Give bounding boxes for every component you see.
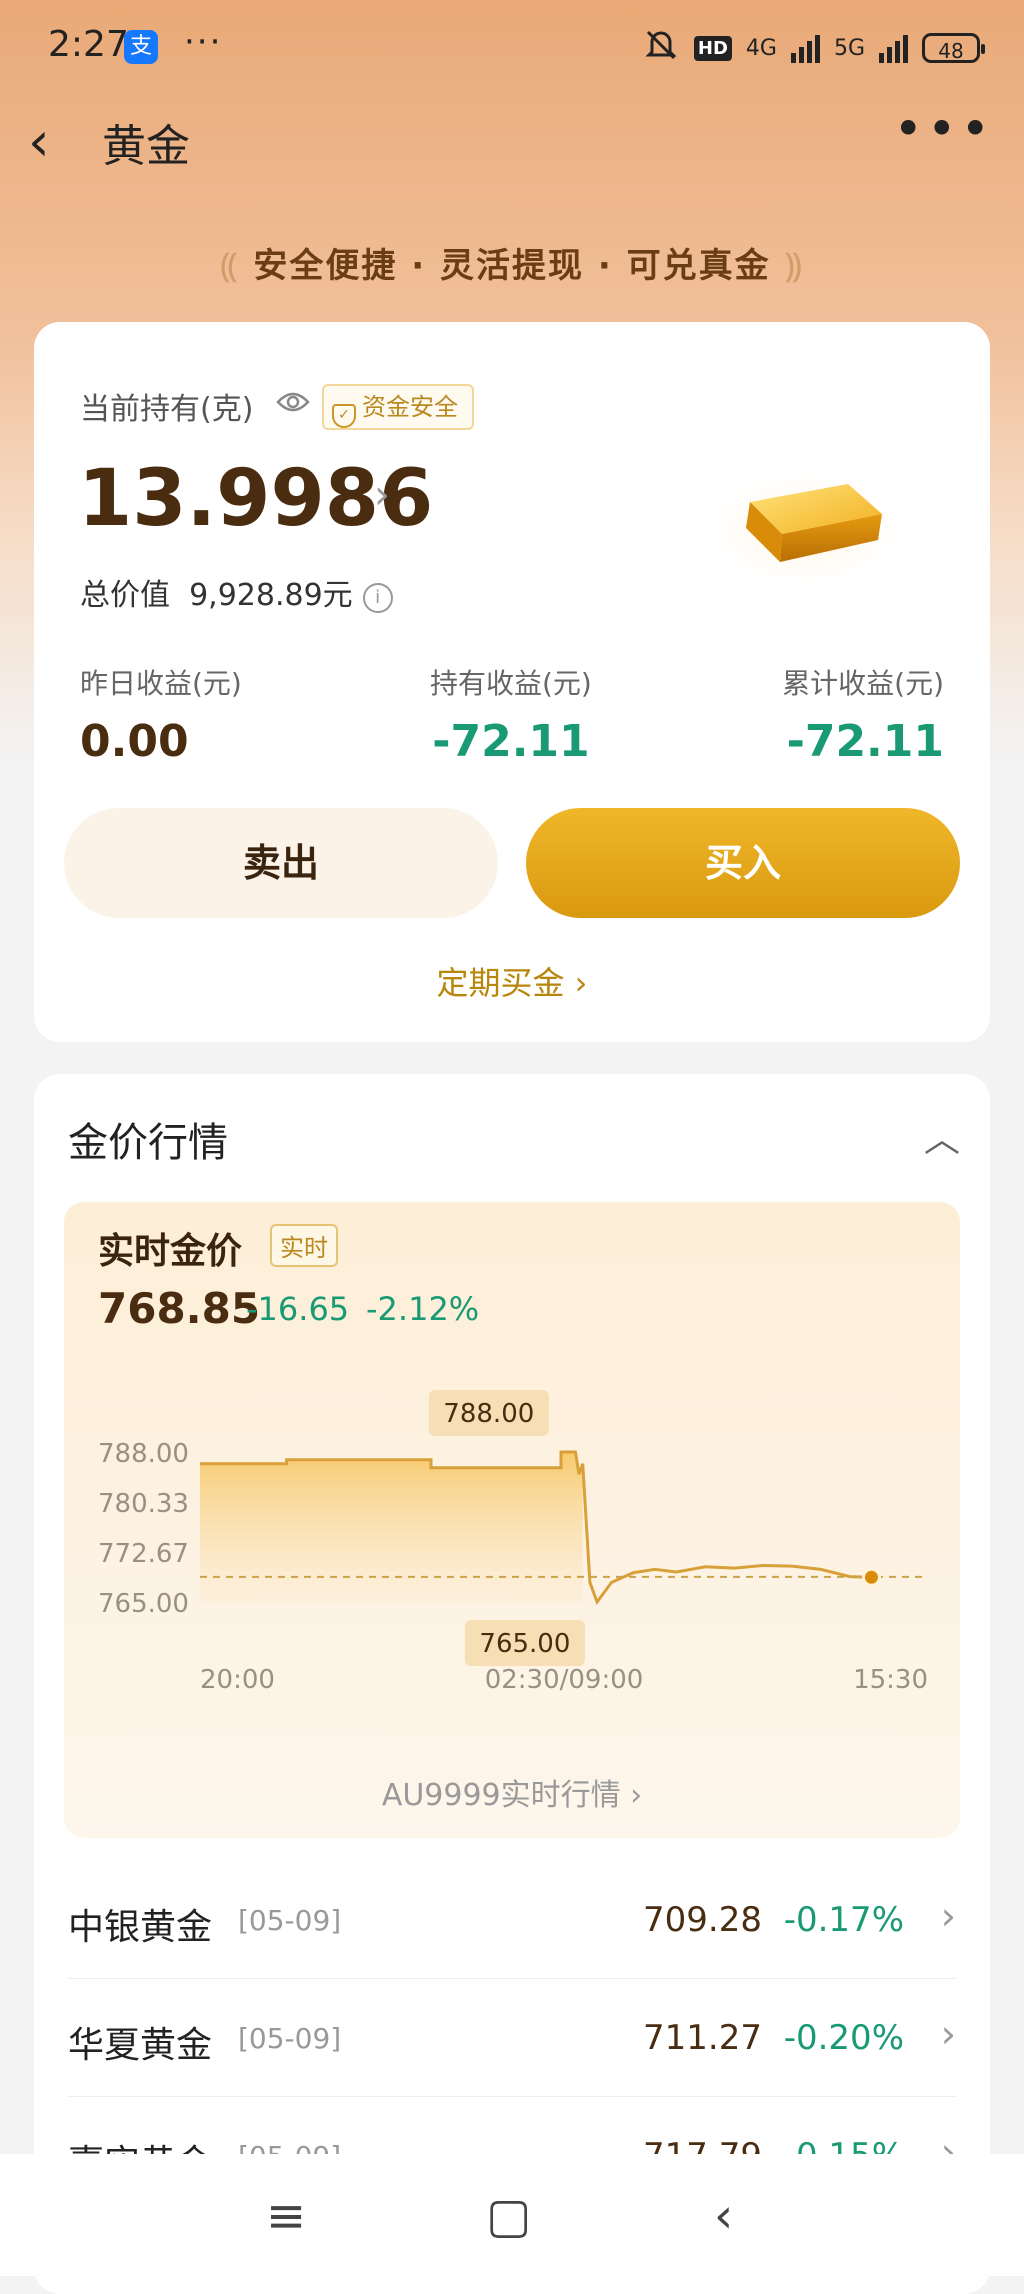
fund-safety-badge[interactable]: ✓ 资金安全: [322, 384, 474, 430]
home-icon[interactable]: ▢: [486, 2188, 531, 2244]
gold-bar-icon: [710, 466, 900, 582]
fund-row[interactable]: 中银黄金 [05-09] 709.28 -0.17% ›: [68, 1860, 956, 1979]
x-tick-label: 20:00: [200, 1665, 275, 1695]
menu-icon[interactable]: ≡: [266, 2188, 306, 2244]
total-value-amount: 9,928.89元: [189, 578, 353, 613]
system-nav-bar: ≡ ▢ ‹: [0, 2154, 1024, 2276]
signal-icon: [790, 33, 820, 63]
total-value: 总价值 9,928.89元 i: [80, 570, 393, 614]
page-title: 黄金: [102, 121, 190, 172]
status-bar: 2:27 支 ··· HD 4G 5G 48: [0, 0, 1024, 96]
total-value-label: 总价值: [80, 578, 170, 613]
eye-icon[interactable]: [276, 388, 310, 421]
shield-icon: ✓: [332, 404, 356, 428]
market-card: 金价行情 ︿ 实时金价 实时 768.85 -16.65 -2.12% 788.…: [34, 1074, 990, 2294]
cumulative-profit: 累计收益(元) -72.11: [782, 662, 944, 767]
buy-button[interactable]: 买入: [526, 808, 960, 918]
holding-label: 当前持有(克): [80, 392, 254, 427]
slogan: ⸨ 安全便捷 · 灵活提现 · 可兑真金 ⸩: [0, 238, 1024, 287]
signal-icon-2: [879, 33, 908, 63]
battery-icon: 48: [922, 33, 985, 63]
network-5g-label: 5G: [833, 35, 865, 61]
sell-button[interactable]: 卖出: [64, 808, 498, 918]
back-icon[interactable]: ‹: [28, 110, 50, 173]
alipay-app-icon: 支: [124, 30, 158, 64]
yesterday-profit: 昨日收益(元) 0.00: [80, 662, 242, 767]
y-tick-label: 788.00: [98, 1439, 189, 1469]
status-indicators: HD 4G 5G 48: [642, 28, 985, 68]
hold-profit-value: -72.11: [432, 716, 590, 767]
high-price-label: 788.00: [443, 1399, 534, 1429]
x-tick-label: 02:30/09:00: [485, 1665, 644, 1695]
fund-date: [05-09]: [238, 1904, 342, 1937]
fund-row[interactable]: 华夏黄金 [05-09] 711.27 -0.20% ›: [68, 1978, 956, 2097]
fund-change: -0.20%: [783, 2018, 904, 2058]
fund-price: 709.28: [643, 1900, 762, 1940]
fund-date: [05-09]: [238, 2022, 342, 2055]
mute-icon: [642, 28, 680, 68]
regular-buy-link[interactable]: 定期买金 ›: [34, 958, 990, 1004]
current-price-dot: [861, 1567, 881, 1587]
laurel-right-icon: ⸩: [784, 246, 804, 286]
y-tick-label: 780.33: [98, 1489, 189, 1519]
collapse-icon[interactable]: ︿: [924, 1110, 960, 1162]
y-tick-label: 765.00: [98, 1589, 189, 1619]
slogan-text: 安全便捷 · 灵活提现 · 可兑真金: [253, 246, 771, 286]
laurel-left-icon: ⸨: [220, 246, 240, 286]
yesterday-profit-label: 昨日收益(元): [80, 667, 242, 700]
chevron-right-icon: ›: [940, 1894, 956, 1938]
info-icon[interactable]: i: [362, 583, 393, 613]
cum-profit-value: -72.11: [786, 716, 944, 767]
fund-name: 华夏黄金: [68, 2025, 213, 2066]
status-more-icon: ···: [184, 22, 223, 62]
market-title: 金价行情: [68, 1120, 228, 1166]
x-tick-label: 15:30: [853, 1665, 928, 1695]
fund-price: 711.27: [643, 2018, 762, 2058]
fund-change: -0.17%: [783, 1900, 904, 1940]
chevron-right-icon: ›: [940, 2012, 956, 2056]
fund-safety-text: 资金安全: [362, 393, 458, 421]
au9999-link[interactable]: AU9999实时行情 ›: [64, 1770, 960, 1814]
hold-profit: 持有收益(元) -72.11: [430, 662, 592, 767]
cum-profit-label: 累计收益(元): [782, 667, 944, 700]
system-back-icon[interactable]: ‹: [714, 2188, 733, 2244]
price-area: [200, 1452, 583, 1602]
chevron-right-icon[interactable]: ›: [374, 472, 390, 518]
more-options-icon[interactable]: •••: [894, 100, 994, 158]
top-nav: ‹ 黄金 •••: [0, 96, 1024, 186]
yesterday-profit-value: 0.00: [80, 716, 189, 767]
status-time: 2:27: [48, 24, 129, 65]
realtime-chart-panel[interactable]: 实时金价 实时 768.85 -16.65 -2.12% 788.00 780.3…: [64, 1202, 960, 1838]
holding-card: 当前持有(克) ✓ 资金安全 13.9986 › 总价值 9,928.89元 i 昨…: [34, 322, 990, 1042]
network-4g-label: 4G: [745, 35, 777, 61]
hold-profit-label: 持有收益(元): [430, 667, 592, 700]
hd-icon: HD: [693, 35, 732, 61]
y-tick-label: 772.67: [98, 1539, 189, 1569]
fund-name: 中银黄金: [68, 1907, 213, 1948]
profit-stats: 昨日收益(元) 0.00 持有收益(元) -72.11 累计收益(元) -72.…: [80, 662, 944, 772]
low-price-label: 765.00: [479, 1629, 570, 1659]
price-chart[interactable]: 788.00 780.33 772.67 765.00 20:00 02:30/09:00…: [64, 1202, 960, 1762]
